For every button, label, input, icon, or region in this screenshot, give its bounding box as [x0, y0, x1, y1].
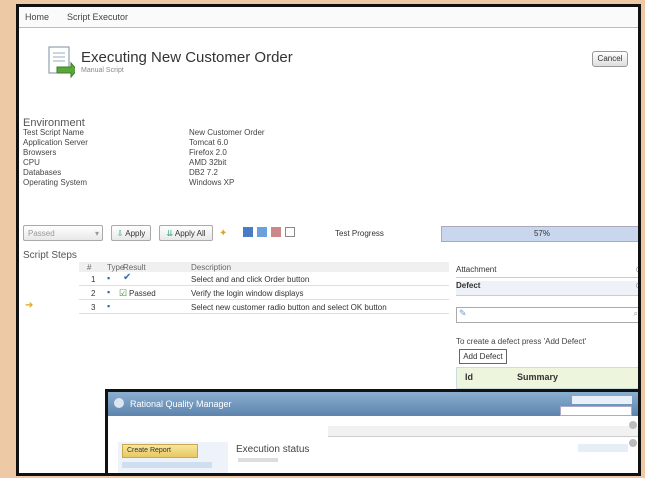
- search-icon[interactable]: ⌕: [634, 309, 638, 319]
- inset-create-report-button[interactable]: Create Report: [122, 444, 198, 458]
- tab-bar: Home Script Executor: [19, 7, 638, 28]
- test-progress-bar: 57%: [441, 226, 638, 242]
- script-steps-heading: Script Steps: [23, 250, 77, 261]
- manual-step-icon: ▪: [107, 301, 111, 311]
- grid-view-icon[interactable]: [243, 227, 253, 237]
- col-description: Description: [191, 263, 232, 272]
- expand-icon[interactable]: [629, 439, 637, 447]
- env-label: Application Server: [23, 138, 88, 147]
- tab-home[interactable]: Home: [25, 12, 49, 22]
- env-value: New Customer Order: [189, 128, 265, 137]
- apply-all-icon: ⇊: [166, 229, 174, 238]
- col-id: Id: [465, 372, 473, 382]
- defect-hint: To create a defect press 'Add Defect': [456, 337, 587, 346]
- env-label: CPU: [23, 158, 40, 167]
- manual-step-icon: ▪: [107, 287, 111, 297]
- col-result: Result: [123, 263, 146, 272]
- passed-icon: ☑: [119, 288, 128, 298]
- env-label: Operating System: [23, 178, 88, 187]
- cancel-button[interactable]: Cancel: [592, 51, 628, 67]
- app-logo-icon: [114, 398, 124, 408]
- status-select[interactable]: Passed ▾: [23, 225, 103, 241]
- expand-icon[interactable]: ⊙: [635, 265, 638, 274]
- expand-icon[interactable]: [629, 421, 637, 429]
- inset-title: Rational Quality Manager: [130, 399, 232, 409]
- collapse-icon[interactable]: ⊙: [635, 281, 638, 290]
- script-document-icon: [48, 46, 75, 79]
- step-description: Select and and click Order button: [191, 275, 310, 284]
- env-label: Test Script Name: [23, 128, 84, 137]
- current-step-arrow-icon: ➔: [25, 300, 34, 311]
- page-title: Executing New Customer Order: [81, 49, 293, 66]
- step-number: 3: [91, 303, 96, 312]
- attachment-section[interactable]: Attachment ⊙: [456, 265, 638, 278]
- env-value: DB2 7.2: [189, 168, 218, 177]
- progress-label: Test Progress: [335, 229, 384, 238]
- col-number: #: [87, 263, 92, 272]
- tab-script-executor[interactable]: Script Executor: [67, 12, 128, 22]
- chevron-down-icon: ▾: [94, 229, 99, 238]
- env-value: Tomcat 6.0: [189, 138, 229, 147]
- progress-value: 57%: [533, 229, 550, 238]
- report-icon[interactable]: [271, 227, 281, 237]
- defect-search-input[interactable]: ✎ ⌕: [456, 307, 638, 323]
- defect-section[interactable]: Defect ⊙: [456, 281, 638, 296]
- checkmark-icon: ✔: [123, 272, 132, 283]
- defect-table-header: Id Summary: [456, 367, 638, 389]
- step-result: Passed: [129, 289, 156, 298]
- col-type: Type: [107, 263, 125, 272]
- app-window: Home Script Executor Executing New Custo…: [16, 4, 641, 476]
- window-icon[interactable]: [285, 227, 295, 237]
- lightbulb-icon[interactable]: ✦: [219, 228, 227, 239]
- apply-icon: ⇩: [116, 229, 124, 238]
- inset-screenshot: Rational Quality Manager Create Report E…: [105, 389, 638, 473]
- apply-all-button[interactable]: ⇊ Apply All: [159, 225, 213, 241]
- bug-icon: ✎: [459, 308, 467, 318]
- env-label: Browsers: [23, 148, 57, 157]
- env-label: Databases: [23, 168, 62, 177]
- list-view-icon[interactable]: [257, 227, 267, 237]
- step-number: 1: [91, 275, 96, 284]
- inset-heading: Execution status: [236, 444, 310, 455]
- col-summary: Summary: [517, 372, 559, 382]
- manual-step-icon: ▪: [107, 273, 111, 283]
- add-defect-button[interactable]: Add Defect: [459, 349, 507, 364]
- apply-button[interactable]: ⇩ Apply: [111, 225, 151, 241]
- step-number: 2: [91, 289, 96, 298]
- env-value: AMD 32bit: [189, 158, 227, 167]
- page-subtitle: Manual Script: [81, 67, 124, 74]
- inset-nav: [328, 426, 638, 437]
- env-value: Firefox 2.0: [189, 148, 227, 157]
- step-description: Verify the login window displays: [191, 289, 304, 298]
- env-value: Windows XP: [189, 178, 235, 187]
- step-description: Select new customer radio button and sel…: [191, 303, 387, 312]
